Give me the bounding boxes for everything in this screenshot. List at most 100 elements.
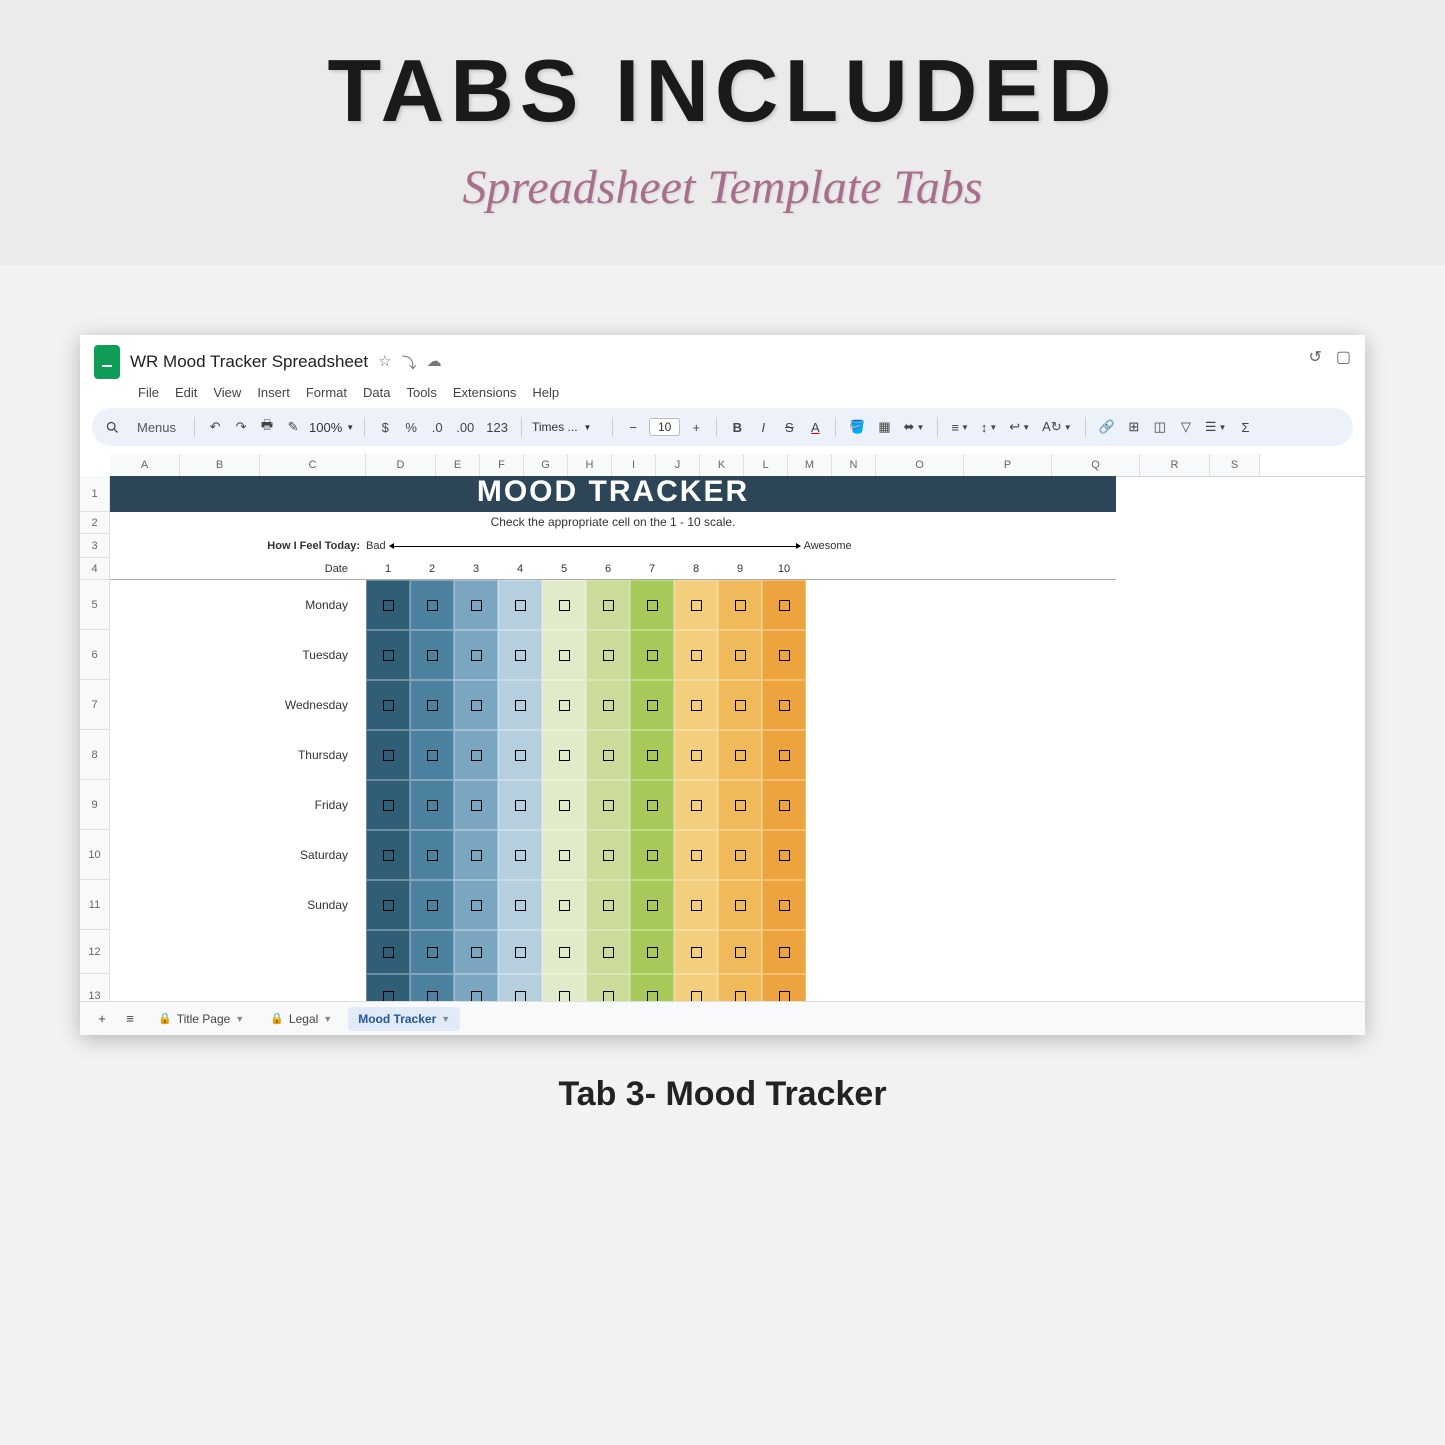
col-header-I[interactable]: I: [612, 454, 656, 476]
mood-cell[interactable]: [454, 780, 498, 830]
checkbox-icon[interactable]: [471, 991, 482, 1002]
mood-cell[interactable]: [630, 780, 674, 830]
mood-cell[interactable]: [498, 580, 542, 630]
col-header-B[interactable]: B: [180, 454, 260, 476]
mood-cell[interactable]: [586, 780, 630, 830]
mood-cell[interactable]: [542, 680, 586, 730]
mood-cell[interactable]: [630, 680, 674, 730]
font-size-input[interactable]: 10: [649, 418, 680, 436]
checkbox-icon[interactable]: [779, 700, 790, 711]
more-formats-button[interactable]: 123: [483, 415, 511, 439]
mood-cell[interactable]: [718, 580, 762, 630]
comment-button[interactable]: ⊞: [1124, 415, 1144, 439]
row-header-5[interactable]: 5: [80, 580, 110, 630]
checkbox-icon[interactable]: [779, 991, 790, 1002]
checkbox-icon[interactable]: [735, 900, 746, 911]
mood-cell[interactable]: [630, 930, 674, 974]
checkbox-icon[interactable]: [603, 991, 614, 1002]
mood-cell[interactable]: [410, 780, 454, 830]
borders-button[interactable]: ▦: [875, 415, 895, 439]
document-title[interactable]: WR Mood Tracker Spreadsheet: [130, 352, 368, 372]
zoom-select[interactable]: 100%▼: [309, 420, 354, 435]
checkbox-icon[interactable]: [515, 700, 526, 711]
col-header-C[interactable]: C: [260, 454, 366, 476]
mood-cell[interactable]: [630, 630, 674, 680]
checkbox-icon[interactable]: [427, 750, 438, 761]
checkbox-icon[interactable]: [779, 900, 790, 911]
checkbox-icon[interactable]: [471, 947, 482, 958]
checkbox-icon[interactable]: [735, 991, 746, 1002]
mood-cell[interactable]: [498, 830, 542, 880]
mood-cell[interactable]: [410, 580, 454, 630]
col-header-R[interactable]: R: [1140, 454, 1210, 476]
checkbox-icon[interactable]: [647, 850, 658, 861]
redo-button[interactable]: ↷: [231, 415, 251, 439]
checkbox-icon[interactable]: [427, 800, 438, 811]
checkbox-icon[interactable]: [559, 650, 570, 661]
paint-format-button[interactable]: ✎: [283, 415, 303, 439]
mood-cell[interactable]: [674, 580, 718, 630]
mood-cell[interactable]: [410, 730, 454, 780]
col-header-A[interactable]: A: [110, 454, 180, 476]
checkbox-icon[interactable]: [735, 650, 746, 661]
mood-cell[interactable]: [454, 630, 498, 680]
chevron-down-icon[interactable]: ▼: [235, 1014, 244, 1024]
checkbox-icon[interactable]: [427, 700, 438, 711]
checkbox-icon[interactable]: [515, 750, 526, 761]
checkbox-icon[interactable]: [471, 850, 482, 861]
checkbox-icon[interactable]: [735, 600, 746, 611]
mood-cell[interactable]: [542, 780, 586, 830]
checkbox-icon[interactable]: [559, 700, 570, 711]
font-select[interactable]: Times ...▼: [532, 420, 602, 434]
checkbox-icon[interactable]: [735, 800, 746, 811]
checkbox-icon[interactable]: [691, 850, 702, 861]
mood-cell[interactable]: [762, 730, 806, 780]
checkbox-icon[interactable]: [559, 991, 570, 1002]
row-header-1[interactable]: 1: [80, 476, 110, 512]
checkbox-icon[interactable]: [471, 900, 482, 911]
mood-cell[interactable]: [718, 780, 762, 830]
mood-cell[interactable]: [454, 730, 498, 780]
filter-views-button[interactable]: ☰▼: [1202, 415, 1230, 439]
col-header-Q[interactable]: Q: [1052, 454, 1140, 476]
chart-button[interactable]: ◫: [1150, 415, 1170, 439]
all-sheets-button[interactable]: ≡: [120, 1007, 140, 1031]
mood-cell[interactable]: [586, 880, 630, 930]
mood-cell[interactable]: [762, 780, 806, 830]
col-header-J[interactable]: J: [656, 454, 700, 476]
mood-cell[interactable]: [586, 830, 630, 880]
checkbox-icon[interactable]: [779, 800, 790, 811]
row-header-12[interactable]: 12: [80, 930, 110, 974]
mood-cell[interactable]: [454, 680, 498, 730]
checkbox-icon[interactable]: [603, 700, 614, 711]
checkbox-icon[interactable]: [647, 700, 658, 711]
mood-cell[interactable]: [498, 930, 542, 974]
checkbox-icon[interactable]: [559, 600, 570, 611]
col-header-K[interactable]: K: [700, 454, 744, 476]
chevron-down-icon[interactable]: ▼: [441, 1014, 450, 1024]
move-icon[interactable]: ⤵: [402, 352, 417, 373]
strike-button[interactable]: S: [779, 415, 799, 439]
col-header-L[interactable]: L: [744, 454, 788, 476]
mood-cell[interactable]: [718, 880, 762, 930]
mood-cell[interactable]: [718, 830, 762, 880]
rotate-button[interactable]: A↻▼: [1039, 415, 1075, 439]
mood-cell[interactable]: [586, 680, 630, 730]
sheets-logo-icon[interactable]: [94, 345, 120, 379]
checkbox-icon[interactable]: [603, 800, 614, 811]
checkbox-icon[interactable]: [647, 947, 658, 958]
star-icon[interactable]: ☆: [378, 352, 391, 373]
italic-button[interactable]: I: [753, 415, 773, 439]
mood-cell[interactable]: [366, 580, 410, 630]
checkbox-icon[interactable]: [515, 991, 526, 1002]
checkbox-icon[interactable]: [691, 700, 702, 711]
checkbox-icon[interactable]: [779, 850, 790, 861]
checkbox-icon[interactable]: [471, 700, 482, 711]
checkbox-icon[interactable]: [603, 900, 614, 911]
cloud-icon[interactable]: ☁: [427, 352, 442, 373]
row-header-11[interactable]: 11: [80, 880, 110, 930]
mood-cell[interactable]: [762, 830, 806, 880]
mood-cell[interactable]: [542, 580, 586, 630]
mood-cell[interactable]: [586, 630, 630, 680]
checkbox-icon[interactable]: [691, 650, 702, 661]
